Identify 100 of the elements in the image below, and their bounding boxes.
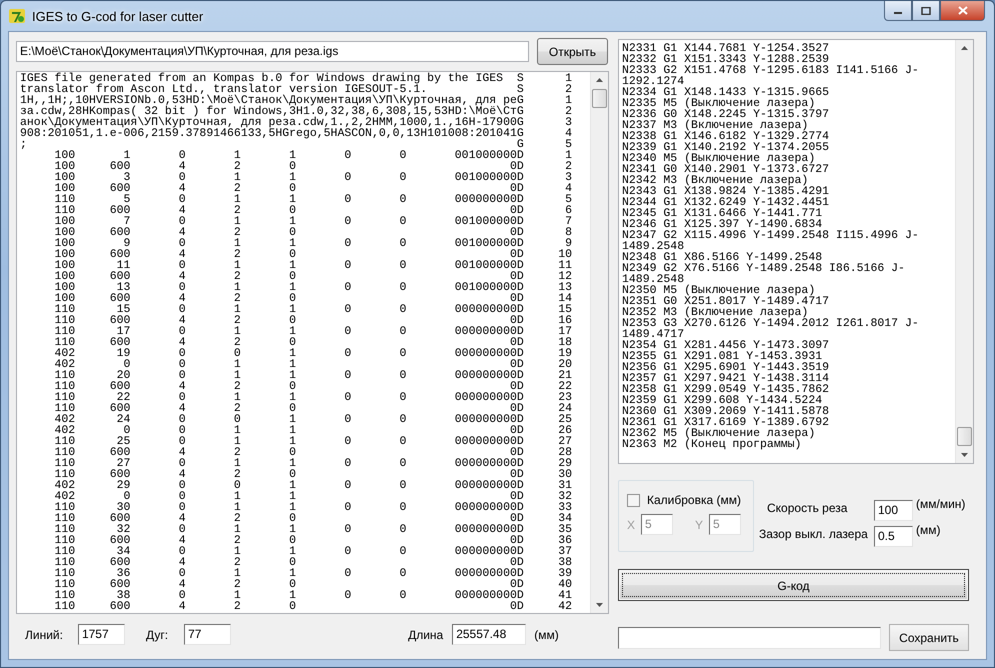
minimize-button[interactable] — [884, 1, 912, 21]
gcode-line: N2337 M3 (Включение лазера) — [622, 120, 808, 131]
text-line: 110 600 4 2 0 0D 6 — [53, 205, 572, 216]
gcode-line: N2347 G2 X115.4996 Y-1499.2548 I115.4996 J- — [622, 230, 919, 241]
gcode-line: N2356 G1 X295.6901 Y-1443.3519 — [622, 362, 830, 373]
text-line: за.cdw,28HKompas( 32 bit ) for Windows,3H1.0,32,38,6,308,15,53HD:\Моё\СтG 2 — [20, 106, 572, 117]
text-line: 110 600 4 2 0 0D 18 — [53, 337, 572, 348]
gcode-line: N2331 G1 X144.7681 Y-1254.3527 — [622, 43, 830, 54]
gcode-line: N2358 G1 X299.0549 Y-1435.7862 — [622, 384, 830, 395]
gcode-line: N2339 G1 X140.2192 Y-1374.2055 — [622, 142, 830, 153]
gcode-line: N2354 G1 X281.4456 Y-1473.3097 — [622, 340, 830, 351]
parameter-label: Зазор выкл. лазера — [759, 527, 869, 541]
text-line: 110 36 0 1 1 0 0 000000000D 39 — [53, 568, 572, 579]
save-button[interactable]: Сохранить — [889, 624, 969, 651]
gcode-text-area[interactable] — [618, 39, 974, 464]
checkbox-label: Калибровка (мм) — [647, 493, 741, 507]
scrollbar-thumb[interactable] — [592, 89, 607, 108]
maximize-button[interactable] — [912, 1, 940, 21]
text-line: 110 25 0 1 1 0 0 000000000D 27 — [53, 436, 572, 447]
gcode-line: N2350 M5 (Выключение лазера) — [622, 285, 816, 296]
text-line: 908:201051,1.e-006,2159.37891466133,5HGrego,5HASCON,0,0,13H101008:201041G 4 — [20, 128, 572, 139]
gcode-line: N2346 G1 X125.397 Y-1490.6834 — [622, 219, 822, 230]
vertical-scrollbar[interactable] — [590, 72, 608, 613]
text-line: 110 600 4 2 0 0D 38 — [53, 557, 572, 568]
parameter-label: Скорость реза — [767, 501, 848, 515]
gcode-line: N2338 G1 X146.6182 Y-1329.2774 — [622, 131, 830, 142]
text-line: 402 0 0 1 1 0D 26 — [53, 425, 572, 436]
parameter-field[interactable]: 0.5 — [874, 526, 913, 546]
gcode-line: N2336 G0 X148.2245 Y-1315.3797 — [622, 109, 830, 120]
text-line: 110 600 4 2 0 0D 22 — [53, 381, 572, 392]
gcode-line: N2359 G1 X299.608 Y-1434.5224 — [622, 395, 822, 406]
text-line: 110 600 4 2 0 0D 30 — [53, 469, 572, 480]
stat-field[interactable]: 25557.48 — [452, 624, 526, 645]
stat-label: Длина — [408, 628, 444, 642]
axis-label: X — [627, 518, 636, 532]
gcode-line: N2363 M2 (Конец программы) — [622, 439, 802, 450]
maximize-icon — [921, 6, 931, 14]
gcode-line: N2333 G2 X151.4768 Y-1295.6183 I141.5166 J- — [622, 65, 919, 76]
text-line: IGES file generated from an Kompas b.0 for Windows drawing by the IGES S 1 — [20, 73, 572, 84]
text-line: 100 7 0 1 1 0 0 001000000D 7 — [53, 216, 572, 227]
text-line: 110 27 0 1 1 0 0 000000000D 29 — [53, 458, 572, 469]
close-button[interactable] — [940, 1, 985, 21]
text-line: 402 24 0 0 1 0 0 000000000D 25 — [53, 414, 572, 425]
gcode-line: N2335 M5 (Выключение лазера) — [622, 98, 816, 109]
gcode-line: N2345 G1 X131.6466 Y-1441.771 — [622, 208, 822, 219]
text-line: 402 29 0 0 1 0 0 000000000D 31 — [53, 480, 572, 491]
parameter-field[interactable]: 100 — [874, 500, 913, 520]
gcode-line: N2361 G1 X317.6169 Y-1389.6792 — [622, 417, 830, 428]
text-line: 402 0 0 1 1 0D 20 — [53, 359, 572, 370]
text-line: 110 20 0 1 1 0 0 000000000D 21 — [53, 370, 572, 381]
text-line: 100 9 0 1 1 0 0 001000000D 9 — [53, 238, 572, 249]
text-line: 100 600 4 2 0 0D 4 — [53, 183, 572, 194]
save-path-field[interactable] — [618, 626, 881, 648]
app-icon — [8, 7, 26, 25]
stat-label: Дуг: — [146, 628, 168, 642]
text-line: 110 5 0 1 1 0 0 000000000D 5 — [53, 194, 572, 205]
text-line: 402 0 0 1 1 0D 32 — [53, 491, 572, 502]
iges-text-area[interactable] — [16, 71, 609, 614]
text-line: 110 34 0 1 1 0 0 000000000D 37 — [53, 546, 572, 557]
gcode-line: N2355 G1 X291.081 Y-1453.3931 — [622, 351, 822, 362]
gcode-line: N2351 G0 X251.8017 Y-1489.4717 — [622, 296, 830, 307]
text-line: translator from Ascon Ltd., translator version IGESOUT-5.1. S 2 — [20, 84, 572, 95]
gcode-line: N2341 G0 X140.2901 Y-1373.6727 — [622, 164, 830, 175]
unit-label: (мм/мин) — [916, 497, 966, 511]
stat-field[interactable]: 1757 — [78, 624, 125, 645]
axis-label: Y — [695, 518, 704, 532]
vertical-scrollbar[interactable] — [955, 40, 973, 463]
text-line: 110 600 4 2 0 0D 16 — [53, 315, 572, 326]
text-line: 110 38 0 1 1 0 0 000000000D 41 — [53, 590, 572, 601]
text-line: 100 3 0 1 1 0 0 001000000D 3 — [53, 172, 572, 183]
scrollbar-thumb[interactable] — [957, 427, 972, 446]
gcode-line: N2360 G1 X309.2069 Y-1411.5878 — [622, 406, 830, 417]
text-line: 110 600 4 2 0 0D 40 — [53, 579, 572, 590]
text-line: 100 13 0 1 1 0 0 001000000D 13 — [53, 282, 572, 293]
text-line: 110 600 4 2 0 0D 42 — [53, 601, 572, 612]
generate-gcode-button[interactable]: G-код — [618, 569, 969, 601]
open-button[interactable]: Открыть — [537, 38, 608, 65]
unit-label: (мм) — [534, 628, 559, 642]
calibration-checkbox[interactable] — [627, 494, 640, 506]
gcode-line: 1489.2548 — [622, 274, 684, 285]
gcode-line: N2352 M3 (Включение лазера) — [622, 307, 808, 318]
gcode-line: N2344 G1 X132.6249 Y-1432.4451 — [622, 197, 830, 208]
gcode-line: N2342 M3 (Включение лазера) — [622, 175, 808, 186]
text-line: 110 600 4 2 0 0D 24 — [53, 403, 572, 414]
gcode-line: N2332 G1 X151.3343 Y-1288.2539 — [622, 54, 830, 65]
text-line: 402 19 0 0 1 0 0 000000000D 19 — [53, 348, 572, 359]
text-line: 110 15 0 1 1 0 0 000000000D 15 — [53, 304, 572, 315]
text-line: 110 22 0 1 1 0 0 000000000D 23 — [53, 392, 572, 403]
unit-label: (мм) — [916, 523, 940, 537]
text-line: 100 600 4 2 0 0D 8 — [53, 227, 572, 238]
file-path-field[interactable]: E:\Моё\Станок\Документация\УП\Курточная, для реза.igs — [16, 41, 529, 62]
text-line: 110 600 4 2 0 0D 36 — [53, 535, 572, 546]
gcode-line: N2357 G1 X297.9421 Y-1438.3114 — [622, 373, 830, 384]
window-title: IGES to G-cod for laser cutter — [32, 8, 204, 24]
gcode-line: N2349 G2 X76.5166 Y-1489.2548 I86.5166 J- — [622, 263, 905, 274]
text-line: анок\Документация\УП\Курточная, для реза.cdw,1.,2,2HMM,1000,1.,16H-17900G 3 — [20, 117, 572, 128]
gcode-line: N2340 M5 (Выключение лазера) — [622, 153, 816, 164]
stat-field[interactable]: 77 — [184, 624, 232, 645]
text-line: 110 30 0 1 1 0 0 000000000D 33 — [53, 502, 572, 513]
stat-label: Линий: — [25, 628, 63, 642]
